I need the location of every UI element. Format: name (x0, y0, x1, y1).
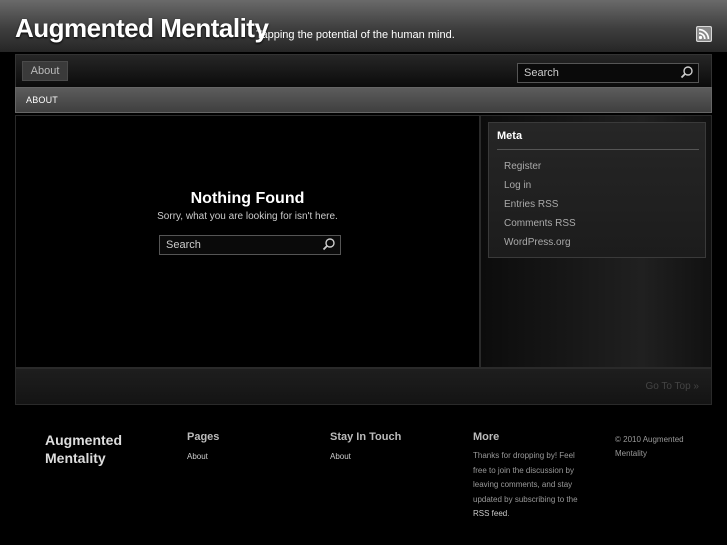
site-footer: Augmented Mentality Pages About Stay In … (0, 405, 727, 545)
footer-rss-feed-link[interactable]: RSS feed (473, 509, 507, 518)
sidebar: Meta Register Log in Entries RSS Comment… (480, 115, 712, 368)
widget-title: Meta (497, 130, 523, 142)
top-navigation: About (15, 54, 712, 87)
content-search-input[interactable] (160, 236, 318, 254)
subnav-item-about[interactable]: ABOUT (26, 95, 58, 105)
meta-link-register[interactable]: Register (504, 157, 576, 176)
footer-more-body: Thanks for dropping by! Feel free to joi… (473, 451, 578, 504)
footer-more-text: Thanks for dropping by! Feel free to joi… (473, 449, 588, 522)
site-header: Augmented Mentality Tapping the potentia… (0, 0, 727, 52)
content-footer-bar: Go To Top » (15, 368, 712, 405)
footer-copyright: © 2010 Augmented Mentality (615, 435, 684, 458)
meta-widget: Meta Register Log in Entries RSS Comment… (488, 122, 706, 258)
content-search-button[interactable] (321, 237, 337, 253)
footer-more-end: . (507, 509, 510, 519)
sub-navigation: ABOUT (15, 87, 712, 113)
search-icon (680, 66, 693, 79)
page-title: Nothing Found (190, 190, 305, 207)
rss-icon[interactable] (696, 26, 712, 42)
meta-link-login[interactable]: Log in (504, 176, 576, 195)
header-search (517, 63, 699, 83)
meta-link-comments-rss[interactable]: Comments RSS (504, 214, 576, 233)
header-search-input[interactable] (518, 64, 676, 82)
widget-divider (497, 149, 699, 150)
nav-tab-about[interactable]: About (22, 61, 68, 81)
meta-links: Register Log in Entries RSS Comments RSS… (504, 157, 576, 252)
footer-stay-link-about[interactable]: About (330, 452, 351, 461)
meta-link-entries-rss[interactable]: Entries RSS (504, 195, 576, 214)
footer-pages-heading: Pages (187, 431, 220, 443)
footer-more-heading: More (473, 431, 500, 443)
meta-link-wordpress[interactable]: WordPress.org (504, 233, 576, 252)
go-to-top-link[interactable]: Go To Top » (645, 381, 699, 392)
footer-brand: Augmented Mentality (45, 432, 122, 466)
site-title[interactable]: Augmented Mentality (15, 13, 269, 44)
search-icon (322, 238, 335, 251)
header-search-button[interactable] (679, 65, 695, 81)
footer-stay-heading: Stay In Touch (330, 431, 402, 443)
not-found-message: Sorry, what you are looking for isn't he… (157, 211, 338, 222)
site-tagline: Tapping the potential of the human mind. (256, 29, 455, 41)
footer-pages-link-about[interactable]: About (187, 452, 208, 461)
main-content: Nothing Found Sorry, what you are lookin… (15, 115, 480, 368)
content-search (159, 235, 341, 255)
